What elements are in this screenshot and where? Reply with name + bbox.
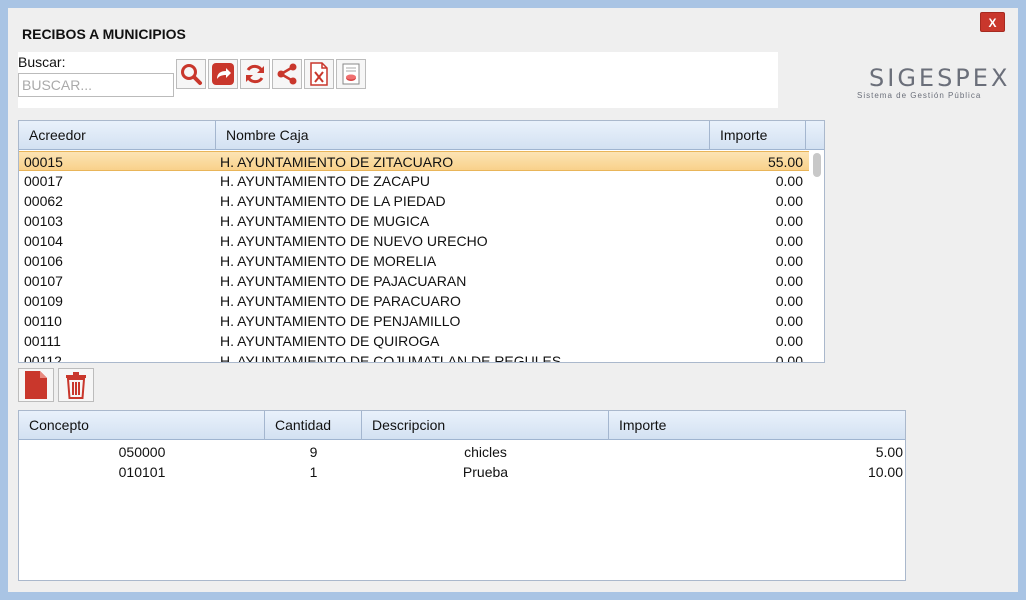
column-header-importe-detalle[interactable]: Importe (609, 411, 905, 440)
search-icon (181, 64, 202, 85)
conceptos-rows: 050000 9 chicles 5.00 010101 1 Prueba 10.00 (19, 442, 905, 482)
cell-importe: 0.00 (775, 313, 803, 329)
share-button[interactable] (272, 59, 302, 89)
cell-acreedor: 00112 (24, 353, 62, 363)
report-button[interactable] (336, 59, 366, 89)
table-row[interactable]: 00112 H. AYUNTAMIENTO DE COJUMATLAN DE RE… (19, 351, 809, 363)
cell-nombre-caja: H. AYUNTAMIENTO DE LA PIEDAD (220, 193, 446, 209)
cell-nombre-caja: H. AYUNTAMIENTO DE MORELIA (220, 253, 437, 269)
table-row[interactable]: 00111 H. AYUNTAMIENTO DE QUIROGA 0.00 (19, 331, 809, 351)
cell-acreedor: 00104 (24, 233, 63, 249)
table-row[interactable]: 00110 H. AYUNTAMIENTO DE PENJAMILLO 0.00 (19, 311, 809, 331)
cell-acreedor: 00062 (24, 193, 63, 209)
cell-acreedor: 00103 (24, 213, 63, 229)
cell-nombre-caja: H. AYUNTAMIENTO DE PENJAMILLO (220, 313, 461, 329)
window-title: RECIBOS A MUNICIPIOS (22, 26, 186, 42)
cell-nombre-caja: H. AYUNTAMIENTO DE ZACAPU (220, 173, 431, 189)
search-panel: Buscar: (18, 52, 778, 108)
sigespex-logo: SIGESPEX Sistema de Gestión Pública (857, 64, 1007, 104)
cell-nombre-caja: H. AYUNTAMIENTO DE NUEVO URECHO (220, 233, 488, 249)
logo-sub-text: Sistema de Gestión Pública (857, 91, 982, 100)
table-row[interactable]: 00107 H. AYUNTAMIENTO DE PAJACUARAN 0.00 (19, 271, 809, 291)
cell-acreedor: 00110 (24, 313, 62, 329)
table-row[interactable]: 050000 9 chicles 5.00 (19, 442, 905, 462)
trash-icon (66, 372, 86, 399)
logo-main-text: SIGESPEX (869, 64, 1011, 92)
refresh-button[interactable] (240, 59, 270, 89)
cell-acreedor: 00015 (24, 154, 63, 170)
search-button[interactable] (176, 59, 206, 89)
cell-nombre-caja: H. AYUNTAMIENTO DE ZITACUARO (220, 154, 454, 170)
cell-importe: 0.00 (775, 193, 803, 209)
titlebar: RECIBOS A MUNICIPIOS X (8, 8, 1018, 48)
new-document-button[interactable] (18, 368, 54, 402)
cell-importe: 0.00 (775, 213, 803, 229)
cell-nombre-caja: H. AYUNTAMIENTO DE PARACUARO (220, 293, 461, 309)
column-header-nombre-caja[interactable]: Nombre Caja (216, 121, 710, 150)
cell-importe-detalle: 10.00 (867, 464, 903, 480)
column-header-concepto[interactable]: Concepto (19, 411, 265, 440)
grid-actions (18, 368, 98, 402)
table-row[interactable]: 00104 H. AYUNTAMIENTO DE NUEVO URECHO 0.00 (19, 231, 809, 251)
cell-importe: 0.00 (775, 233, 803, 249)
column-header-cantidad[interactable]: Cantidad (265, 411, 362, 440)
search-label: Buscar: (18, 54, 66, 70)
cell-cantidad: 1 (309, 464, 318, 480)
cell-importe: 0.00 (775, 333, 803, 349)
conceptos-grid-header: Concepto Cantidad Descripcion Importe (19, 411, 905, 440)
table-row[interactable]: 010101 1 Prueba 10.00 (19, 462, 905, 482)
table-row[interactable]: 00109 H. AYUNTAMIENTO DE PARACUARO 0.00 (19, 291, 809, 311)
column-header-acreedor[interactable]: Acreedor (19, 121, 216, 150)
cell-acreedor: 00106 (24, 253, 63, 269)
forward-button[interactable] (208, 59, 238, 89)
share-icon (277, 63, 297, 85)
cell-importe-detalle: 5.00 (875, 444, 903, 460)
cell-importe: 0.00 (775, 253, 803, 269)
cell-acreedor: 00111 (24, 333, 61, 349)
toolbar (176, 59, 368, 89)
cell-importe: 0.00 (775, 273, 803, 289)
table-row[interactable]: 00015 H. AYUNTAMIENTO DE ZITACUARO 55.00 (19, 151, 809, 171)
refresh-icon (246, 64, 264, 84)
cell-importe: 0.00 (775, 353, 803, 363)
cell-importe: 0.00 (775, 293, 803, 309)
cell-descripcion: chicles (464, 444, 507, 460)
column-header-descripcion[interactable]: Descripcion (362, 411, 609, 440)
search-input[interactable] (18, 73, 174, 97)
table-row[interactable]: 00062 H. AYUNTAMIENTO DE LA PIEDAD 0.00 (19, 191, 809, 211)
cell-nombre-caja: H. AYUNTAMIENTO DE COJUMATLAN DE REGULES (220, 353, 562, 363)
cell-acreedor: 00109 (24, 293, 63, 309)
conceptos-grid: Concepto Cantidad Descripcion Importe 05… (18, 410, 906, 581)
vertical-scrollbar[interactable] (810, 151, 824, 362)
cell-nombre-caja: H. AYUNTAMIENTO DE QUIROGA (220, 333, 440, 349)
cell-nombre-caja: H. AYUNTAMIENTO DE MUGICA (220, 213, 430, 229)
close-button[interactable]: X (980, 12, 1005, 32)
table-row[interactable]: 00103 H. AYUNTAMIENTO DE MUGICA 0.00 (19, 211, 809, 231)
cell-importe: 55.00 (767, 154, 803, 170)
cell-acreedor: 00017 (24, 173, 63, 189)
report-icon (342, 63, 360, 85)
cell-descripcion: Prueba (462, 464, 509, 480)
delete-button[interactable] (58, 368, 94, 402)
acreedores-rows: 00015 H. AYUNTAMIENTO DE ZITACUARO 55.00 00… (19, 151, 809, 363)
scrollbar-thumb[interactable] (813, 153, 821, 177)
excel-icon (310, 62, 328, 86)
cell-concepto: 050000 (118, 444, 166, 460)
acreedores-grid: Acreedor Nombre Caja Importe 00015 H. AYU… (18, 120, 825, 363)
excel-button[interactable] (304, 59, 334, 89)
cell-cantidad: 9 (309, 444, 318, 460)
cell-nombre-caja: H. AYUNTAMIENTO DE PAJACUARAN (220, 273, 467, 289)
acreedores-grid-header: Acreedor Nombre Caja Importe (19, 121, 824, 150)
cell-concepto: 010101 (118, 464, 166, 480)
new-document-icon (25, 371, 47, 399)
table-row[interactable]: 00017 H. AYUNTAMIENTO DE ZACAPU 0.00 (19, 171, 809, 191)
forward-icon (212, 63, 234, 85)
column-header-importe[interactable]: Importe (710, 121, 806, 150)
table-row[interactable]: 00106 H. AYUNTAMIENTO DE MORELIA 0.00 (19, 251, 809, 271)
cell-acreedor: 00107 (24, 273, 63, 289)
cell-importe: 0.00 (775, 173, 803, 189)
recibos-window: RECIBOS A MUNICIPIOS X Buscar: BUSCAR...… (8, 8, 1018, 592)
